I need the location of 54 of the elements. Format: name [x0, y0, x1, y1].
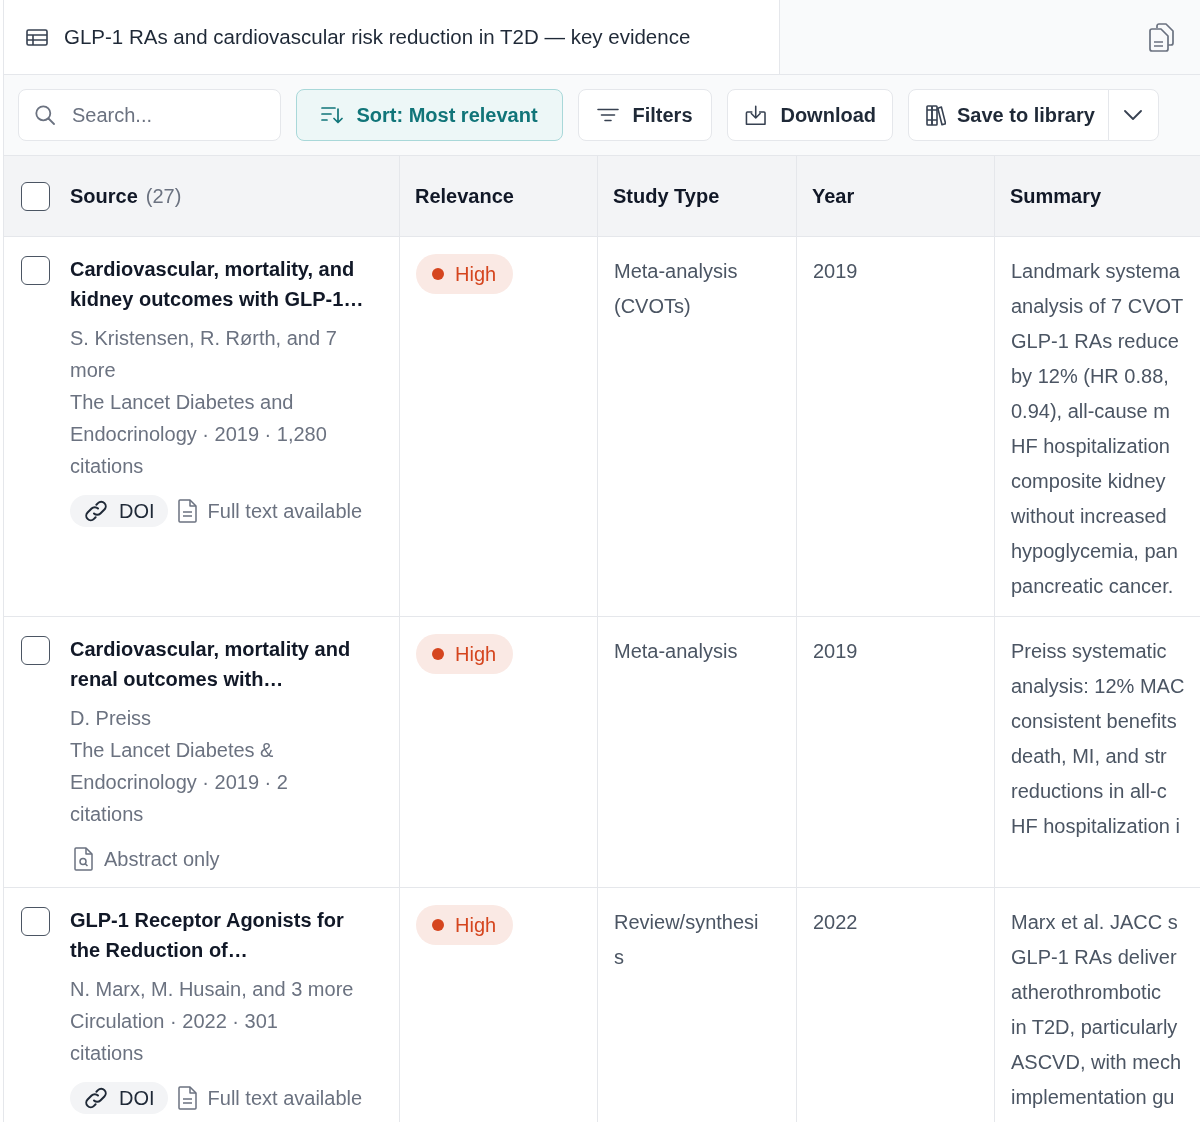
checkbox[interactable]: [21, 256, 50, 285]
source-title[interactable]: GLP-1 Receptor Agonists for the Reduction of…: [70, 905, 370, 965]
year-text: 2019: [813, 639, 858, 664]
document-search-icon: [74, 847, 93, 871]
abstract-link[interactable]: Abstract only: [74, 843, 220, 875]
link-icon: [83, 1087, 109, 1109]
checkbox[interactable]: [21, 636, 50, 665]
study-type-text: Meta-analysis: [614, 639, 738, 664]
download-button[interactable]: Download: [727, 89, 893, 141]
summary-text: Landmark systema analysis of 7 CVOT GLP-1 RAs reduce by 12% (HR 0.88, 0.94), all-cause m HF hospitalization composite kidney without increased hypoglycemia, pan pancreatic cancer.: [1011, 259, 1184, 599]
column-header: Relevance: [415, 184, 514, 208]
study-type-text: Meta-analysis (CVOTs): [614, 259, 739, 319]
table-icon: [26, 28, 48, 46]
summary-text: Preiss systematic analysis: 12% MAC consistent benefits death, MI, and str reductions in all-c HF hospitalization i: [1011, 639, 1185, 839]
document-icon: [177, 1086, 197, 1110]
doi-link[interactable]: DOI: [70, 1082, 168, 1114]
doi-link[interactable]: DOI: [70, 495, 168, 527]
full-text-link[interactable]: Full text available: [177, 495, 363, 527]
study-type-text: Review/synthesis: [614, 910, 760, 970]
relevance-label: High: [455, 913, 497, 937]
checkbox[interactable]: [21, 181, 50, 211]
relevance-label: High: [455, 262, 497, 286]
summary-text: Marx et al. JACC s GLP-1 RAs deliver atherothrombotic in T2D, particularly ASCVD, with mech implementation gu: [1011, 910, 1182, 1110]
journal-text: Circulation · 2022 · 301 citations: [70, 1009, 279, 1066]
authors-text: N. Marx, M. Husain, and 3 more: [70, 977, 354, 1002]
year-text: 2022: [813, 910, 858, 935]
authors-text: S. Kristensen, R. Rørth, and 7 more: [70, 326, 338, 383]
download-icon: [744, 104, 768, 126]
journal-text: The Lancet Diabetes & Endocrinology · 2019 · 2 citations: [70, 738, 289, 827]
filter-icon: [597, 108, 620, 122]
search-icon: [35, 105, 55, 125]
column-header: Summary: [1010, 184, 1102, 208]
sort-icon: [321, 106, 344, 124]
full-text-link[interactable]: Full text available: [177, 1082, 363, 1114]
year-text: 2019: [813, 259, 858, 284]
source-title[interactable]: Cardiovascular, mortality and renal outcomes with…: [70, 634, 370, 694]
relevance-label: High: [455, 642, 497, 666]
search-field[interactable]: Search...: [18, 89, 281, 141]
document-icon: [177, 499, 197, 523]
column-header: Source: [70, 184, 138, 208]
authors-text: D. Preiss: [70, 706, 152, 731]
checkbox[interactable]: [21, 907, 50, 936]
sort-button[interactable]: Sort: Most relevant: [296, 89, 563, 141]
save-to-library-button[interactable]: Save to library: [908, 89, 1109, 141]
source-title[interactable]: Cardiovascular, mortality, and kidney outcomes with GLP-1…: [70, 254, 370, 314]
source-count: (27): [145, 184, 182, 208]
column-header: Year: [812, 184, 855, 208]
chevron-down-icon: [1124, 110, 1143, 120]
copy-icon[interactable]: [1149, 22, 1174, 52]
link-icon: [83, 500, 109, 522]
filters-button[interactable]: Filters: [578, 89, 712, 141]
books-icon: [926, 104, 946, 126]
column-header: Study Type: [613, 184, 720, 208]
journal-text: The Lancet Diabetes and Endocrinology · 2019 · 1,280 citations: [70, 390, 328, 479]
